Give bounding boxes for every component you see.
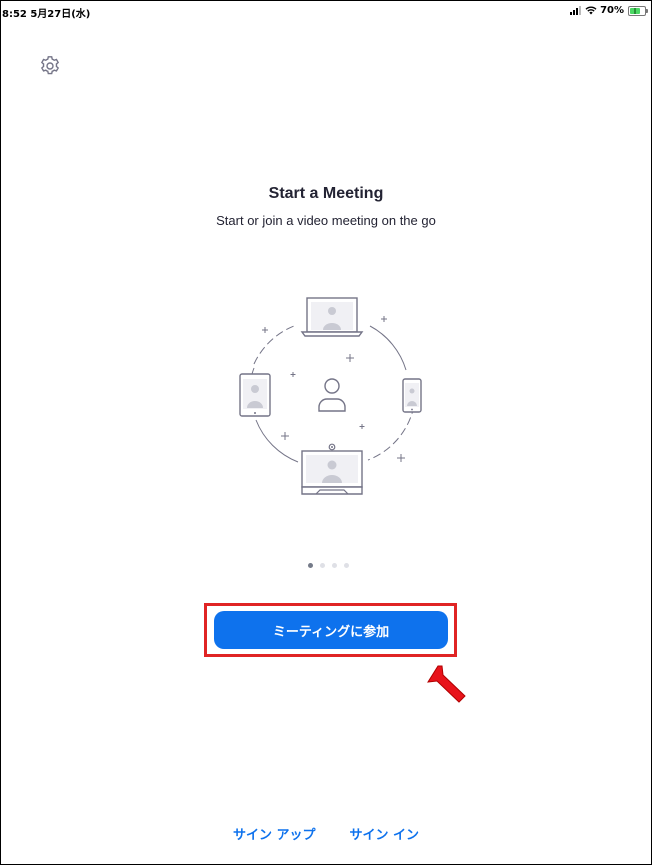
wifi-icon — [585, 6, 597, 15]
battery-percent: 70% — [600, 5, 624, 16]
red-arrow-icon — [427, 665, 466, 703]
page-subtitle: Start or join a video meeting on the go — [216, 213, 436, 228]
page-dot[interactable] — [332, 563, 337, 568]
gear-icon[interactable] — [38, 54, 62, 78]
join-meeting-button[interactable]: ミーティングに参加 — [214, 611, 448, 649]
user-icon — [318, 378, 346, 412]
status-bar: 8:52 5月27日(水) 70% — [0, 0, 652, 21]
tablet-icon — [239, 373, 271, 417]
page-indicator[interactable] — [308, 563, 349, 568]
auth-links: サイン アップ サイン イン — [0, 824, 652, 843]
sign-up-link[interactable]: サイン アップ — [233, 824, 316, 843]
signal-icon — [570, 6, 582, 15]
conference-room-icon — [301, 443, 363, 495]
page-dot[interactable] — [320, 563, 325, 568]
phone-icon — [402, 378, 422, 413]
page-title: Start a Meeting — [268, 185, 384, 202]
status-time: 8:52 5月27日(水) — [2, 9, 91, 20]
laptop-icon — [300, 297, 364, 337]
page-dot[interactable] — [308, 563, 313, 568]
sign-in-link[interactable]: サイン イン — [350, 824, 420, 843]
page-dot[interactable] — [344, 563, 349, 568]
meeting-devices-illustration — [239, 297, 422, 495]
status-indicators: 70% — [570, 5, 648, 16]
battery-icon — [628, 5, 648, 16]
